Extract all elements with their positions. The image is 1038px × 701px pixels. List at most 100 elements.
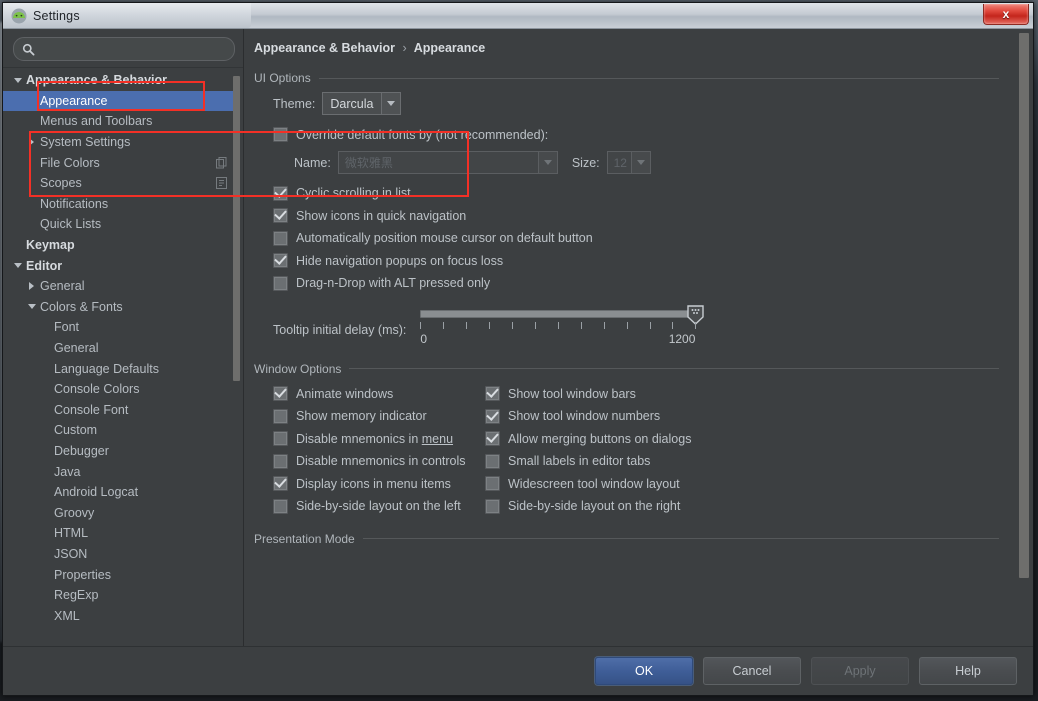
tooltip-delay-label: Tooltip initial delay (ms): — [273, 322, 407, 337]
sidebar-item-html[interactable]: HTML — [3, 523, 233, 544]
checkbox-row-automatically-position-mouse-cursor-on-default-button[interactable]: Automatically position mouse cursor on d… — [273, 227, 999, 250]
checkbox-indicator[interactable] — [485, 431, 500, 447]
copy-icon[interactable] — [216, 156, 227, 169]
checkbox-indicator[interactable] — [273, 453, 288, 469]
checkbox-row-side-by-side-layout-on-the-left[interactable]: Side-by-side layout on the left — [273, 495, 485, 518]
sidebar-item-menus-and-toolbars[interactable]: Menus and Toolbars — [3, 111, 233, 132]
checkbox-row-drag-n-drop-with-alt-pressed-only[interactable]: Drag-n-Drop with ALT pressed only — [273, 272, 999, 295]
font-size-combo[interactable]: 12 — [606, 151, 651, 174]
checkbox-indicator[interactable] — [273, 275, 288, 291]
sidebar-item-colors-fonts[interactable]: Colors & Fonts — [3, 297, 233, 318]
checkbox-indicator[interactable] — [485, 408, 500, 424]
checkbox-label: Cyclic scrolling in list — [296, 186, 411, 201]
checkbox-indicator[interactable] — [485, 386, 500, 402]
font-name-combo[interactable]: 微软雅黑 — [337, 151, 558, 174]
checkbox-indicator[interactable] — [273, 253, 288, 269]
checkbox-row-show-memory-indicator[interactable]: Show memory indicator — [273, 405, 485, 428]
checkbox-indicator[interactable] — [485, 498, 500, 514]
search-box[interactable] — [13, 37, 235, 61]
chevron-down-icon — [630, 152, 650, 173]
help-button[interactable]: Help — [919, 657, 1017, 685]
checkbox-row-animate-windows[interactable]: Animate windows — [273, 383, 485, 406]
sidebar-item-console-colors[interactable]: Console Colors — [3, 379, 233, 400]
sidebar-item-appearance-behavior[interactable]: Appearance & Behavior — [3, 70, 233, 91]
sidebar-item-quick-lists[interactable]: Quick Lists — [3, 214, 233, 235]
slider-ticks — [420, 321, 697, 331]
checkbox-row-show-icons-in-quick-navigation[interactable]: Show icons in quick navigation — [273, 205, 999, 228]
scope-icon[interactable] — [216, 177, 227, 190]
checkbox-row-hide-navigation-popups-on-focus-loss[interactable]: Hide navigation popups on focus loss — [273, 250, 999, 273]
search-input[interactable] — [40, 41, 226, 57]
sidebar-item-keymap[interactable]: Keymap — [3, 235, 233, 256]
sidebar-item-json[interactable]: JSON — [3, 544, 233, 565]
sidebar-item-xml[interactable]: XML — [3, 605, 233, 626]
checkbox-row-allow-merging-buttons-on-dialogs[interactable]: Allow merging buttons on dialogs — [485, 428, 999, 451]
checkbox-indicator[interactable] — [273, 230, 288, 246]
sidebar-item-file-colors[interactable]: File Colors — [3, 152, 233, 173]
override-fonts-checkbox[interactable] — [273, 127, 288, 142]
chevron-right-icon[interactable] — [25, 136, 38, 149]
chevron-down-icon[interactable] — [11, 259, 24, 272]
breadcrumb-root[interactable]: Appearance & Behavior — [254, 41, 395, 55]
window-options-title-row: Window Options — [254, 362, 999, 376]
sidebar-item-system-settings[interactable]: System Settings — [3, 132, 233, 153]
sidebar-item-label: Keymap — [26, 238, 75, 253]
font-name-value: 微软雅黑 — [344, 156, 393, 170]
checkbox-row-side-by-side-layout-on-the-right[interactable]: Side-by-side layout on the right — [485, 495, 999, 518]
ui-options-title: UI Options — [254, 71, 311, 85]
content-scrollbar-thumb[interactable] — [1019, 33, 1029, 578]
slider-tick — [534, 321, 536, 329]
sidebar-item-properties[interactable]: Properties — [3, 564, 233, 585]
chevron-down-icon — [381, 93, 401, 114]
tooltip-delay-slider[interactable]: 0 1200 — [420, 304, 705, 346]
checkbox-indicator[interactable] — [273, 431, 288, 447]
checkbox-row-disable-mnemonics-in-menu[interactable]: Disable mnemonics in menu — [273, 428, 485, 451]
sidebar-item-font[interactable]: Font — [3, 317, 233, 338]
sidebar-scrollbar-thumb[interactable] — [233, 76, 240, 381]
ok-button[interactable]: OK — [595, 657, 693, 685]
chevron-down-icon[interactable] — [11, 74, 24, 87]
font-name-size-row: Name: 微软雅黑 Size: 12 — [273, 151, 999, 174]
checkbox-row-display-icons-in-menu-items[interactable]: Display icons in menu items — [273, 473, 485, 496]
sidebar-item-appearance[interactable]: Appearance — [3, 90, 233, 112]
slider-track[interactable] — [420, 309, 696, 318]
sidebar-item-android-logcat[interactable]: Android Logcat — [3, 482, 233, 503]
checkbox-row-small-labels-in-editor-tabs[interactable]: Small labels in editor tabs — [485, 450, 999, 473]
checkbox-indicator[interactable] — [485, 453, 500, 469]
sidebar-item-notifications[interactable]: Notifications — [3, 194, 233, 215]
sidebar-item-debugger[interactable]: Debugger — [3, 441, 233, 462]
sidebar-item-regexp[interactable]: RegExp — [3, 585, 233, 606]
checkbox-row-widescreen-tool-window-layout[interactable]: Widescreen tool window layout — [485, 473, 999, 496]
override-fonts-row[interactable]: Override default fonts by (not recommend… — [273, 124, 999, 145]
theme-select[interactable]: Darcula — [322, 92, 402, 115]
sidebar-item-console-font[interactable]: Console Font — [3, 400, 233, 421]
checkbox-indicator[interactable] — [273, 386, 288, 402]
chevron-down-icon[interactable] — [25, 300, 38, 313]
sidebar-item-general[interactable]: General — [3, 338, 233, 359]
checkbox-row-cyclic-scrolling-in-list[interactable]: Cyclic scrolling in list — [273, 182, 999, 205]
sidebar-item-language-defaults[interactable]: Language Defaults — [3, 358, 233, 379]
checkbox-row-show-tool-window-numbers[interactable]: Show tool window numbers — [485, 405, 999, 428]
sidebar-item-general[interactable]: General — [3, 276, 233, 297]
cancel-button[interactable]: Cancel — [703, 657, 801, 685]
checkbox-indicator[interactable] — [273, 408, 288, 424]
checkbox-indicator[interactable] — [273, 208, 288, 224]
sidebar-item-custom[interactable]: Custom — [3, 420, 233, 441]
checkbox-row-show-tool-window-bars[interactable]: Show tool window bars — [485, 383, 999, 406]
checkbox-row-disable-mnemonics-in-controls[interactable]: Disable mnemonics in controls — [273, 450, 485, 473]
sidebar-item-editor[interactable]: Editor — [3, 255, 233, 276]
chevron-right-icon[interactable] — [25, 280, 38, 293]
checkbox-indicator[interactable] — [273, 476, 288, 492]
sidebar-item-groovy[interactable]: Groovy — [3, 502, 233, 523]
settings-tree-container: Appearance & Behavior Appearance Menus and… — [3, 67, 243, 646]
checkbox-label: Show memory indicator — [296, 409, 427, 424]
close-button[interactable]: x — [983, 4, 1029, 25]
checkbox-indicator[interactable] — [485, 476, 500, 492]
checkbox-indicator[interactable] — [273, 498, 288, 514]
checkbox-indicator[interactable] — [273, 185, 288, 201]
checkbox-label: Small labels in editor tabs — [508, 454, 651, 469]
sidebar-item-scopes[interactable]: Scopes — [3, 173, 233, 194]
sidebar-item-java[interactable]: Java — [3, 461, 233, 482]
